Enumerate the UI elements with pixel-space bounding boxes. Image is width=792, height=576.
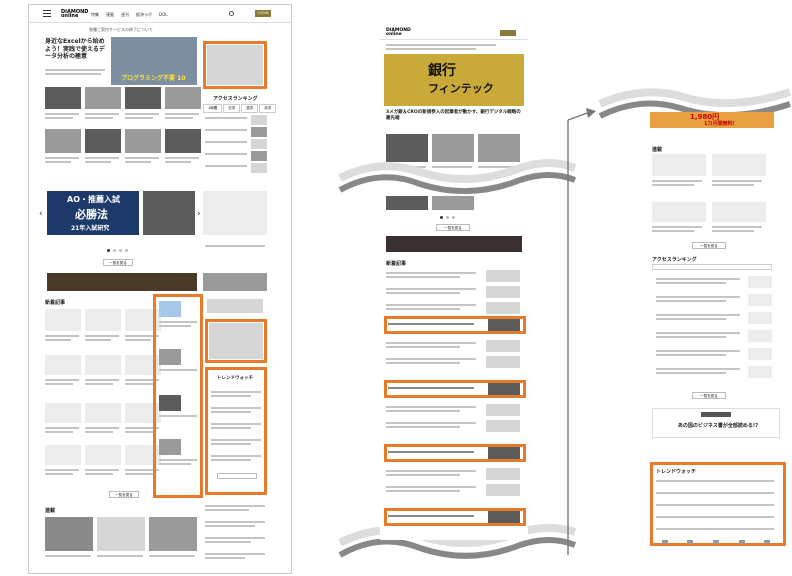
more-button[interactable]: 一覧を見る bbox=[109, 491, 139, 498]
article-thumb[interactable] bbox=[85, 87, 121, 109]
series-image[interactable] bbox=[45, 517, 93, 551]
carousel-dots[interactable] bbox=[107, 249, 128, 252]
ad-slogan-3: 21年入試研究 bbox=[71, 225, 110, 232]
mobile-hero-image[interactable]: 銀行 フィンテック bbox=[384, 54, 524, 106]
article-thumb[interactable] bbox=[125, 87, 161, 109]
banner-ad-side[interactable] bbox=[203, 273, 267, 291]
article-thumb[interactable] bbox=[125, 129, 161, 153]
carousel-slide-next[interactable] bbox=[143, 191, 195, 235]
survey-box[interactable]: あの国のビジネス書が全部読める!? bbox=[652, 408, 780, 438]
mobile-banner[interactable] bbox=[386, 236, 522, 252]
nav-item-lab[interactable]: 経済ラボ bbox=[136, 12, 152, 18]
series-title: 連載 bbox=[45, 508, 56, 514]
menu-icon[interactable] bbox=[43, 10, 51, 17]
series-image[interactable] bbox=[97, 517, 145, 551]
carousel-dots[interactable] bbox=[440, 216, 455, 219]
mobile-hero-text-1: 銀行 bbox=[428, 63, 456, 79]
ranking-tabs: 1時間 日次 週次 月次 bbox=[203, 104, 277, 113]
article-thumb[interactable] bbox=[45, 129, 81, 153]
nav-item-series[interactable]: 連載 bbox=[106, 12, 114, 18]
nav-item-feature[interactable]: 特集 bbox=[91, 12, 99, 18]
hero-banner-text: プログラミング不要 10 bbox=[121, 75, 186, 82]
trend-watch-title-mobile: トレンドウォッチ bbox=[656, 469, 697, 475]
nav-item-dol[interactable]: DOL bbox=[159, 12, 167, 18]
series-title-mobile: 連載 bbox=[652, 147, 663, 153]
mobile-page-continued: 一覧を見る 新着記事 bbox=[380, 196, 528, 540]
notice-text: 各種ご案内サービスの終了について bbox=[89, 27, 153, 32]
mobile-latest-title: 新着記事 bbox=[386, 261, 407, 267]
tab-weekly[interactable]: 週次 bbox=[241, 104, 259, 113]
mobile-hero-text-2: フィンテック bbox=[428, 82, 494, 95]
access-ranking-title: アクセスランキング bbox=[213, 96, 258, 102]
article-thumb[interactable] bbox=[45, 87, 81, 109]
top-nav: 特集 連載 週刊 経済ラボ DOL bbox=[91, 12, 167, 18]
mobile-more-button[interactable]: 一覧を見る bbox=[436, 224, 470, 231]
tab-hourly[interactable]: 1時間 bbox=[203, 104, 223, 113]
survey-text: あの国のビジネス書が全部読める!? bbox=[677, 423, 759, 429]
sidebar-ad-mid bbox=[207, 299, 263, 313]
trend-watch-title: トレンドウォッチ bbox=[217, 376, 253, 381]
sidebar-block bbox=[203, 191, 267, 235]
tab-daily[interactable]: 日次 bbox=[223, 104, 241, 113]
site-logo[interactable]: DIAMOND online bbox=[61, 10, 88, 19]
chevron-right-icon[interactable]: › bbox=[197, 209, 201, 219]
nav-item-weekly[interactable]: 週刊 bbox=[121, 12, 129, 18]
login-button[interactable]: LOGIN bbox=[255, 10, 271, 17]
series-more-button[interactable]: 一覧を見る bbox=[692, 242, 726, 249]
subscription-banner-sub: 1カ月間無料! bbox=[704, 121, 735, 127]
tab-monthly[interactable]: 月次 bbox=[259, 104, 277, 113]
desktop-page-screenshot: DIAMOND online 特集 連載 週刊 経済ラボ DOL LOGIN 各… bbox=[28, 4, 292, 574]
mobile-logo[interactable]: DIAMOND online bbox=[386, 28, 416, 37]
carousel[interactable]: AO・推薦入試 必勝法 21年入試研究 ‹ › bbox=[39, 191, 201, 243]
access-ranking-title-mobile: アクセスランキング bbox=[652, 257, 697, 263]
subscription-banner[interactable]: 1,980円 1カ月間無料! bbox=[650, 112, 774, 128]
article-thumb[interactable] bbox=[165, 129, 201, 153]
mobile-header: DIAMOND online bbox=[380, 26, 528, 40]
mobile-hero-caption[interactable]: 3メガ銀＆CROの新規参入の起業者が動かす、銀行デジタル戦略の最先端 bbox=[386, 110, 522, 122]
ad-slogan-2: 必勝法 bbox=[75, 208, 108, 221]
carousel-slide-main[interactable]: AO・推薦入試 必勝法 21年入試研究 bbox=[47, 191, 139, 235]
header-bar: DIAMOND online 特集 連載 週刊 経済ラボ DOL LOGIN bbox=[29, 5, 291, 23]
mobile-page-screenshot-lower: 1,980円 1カ月間無料! 連載 一覧を見る アクセスランキング 一覧を見る … bbox=[648, 112, 788, 548]
series-image[interactable] bbox=[149, 517, 197, 551]
article-thumb[interactable] bbox=[165, 87, 201, 109]
chevron-left-icon[interactable]: ‹ bbox=[39, 209, 43, 219]
banner-ad-wide[interactable] bbox=[47, 273, 197, 291]
ranking-more-button[interactable]: 一覧を見る bbox=[692, 392, 726, 399]
sidebar-ad-slot bbox=[207, 45, 263, 85]
search-icon[interactable] bbox=[229, 11, 234, 16]
latest-title: 新着記事 bbox=[45, 300, 66, 306]
hero-image[interactable]: プログラミング不要 10 bbox=[111, 37, 197, 85]
bottom-tab-bar[interactable] bbox=[652, 540, 780, 546]
notice-bar[interactable]: 各種ご案内サービスの終了について bbox=[89, 27, 153, 33]
ad-slogan-1: AO・推薦入試 bbox=[67, 195, 120, 204]
article-thumb[interactable] bbox=[85, 129, 121, 153]
hero-headline[interactable]: 身近なExcelから始めよう！実践で使えるデータ分析の極意 bbox=[45, 38, 107, 61]
more-button[interactable]: 一覧を見る bbox=[103, 259, 133, 266]
